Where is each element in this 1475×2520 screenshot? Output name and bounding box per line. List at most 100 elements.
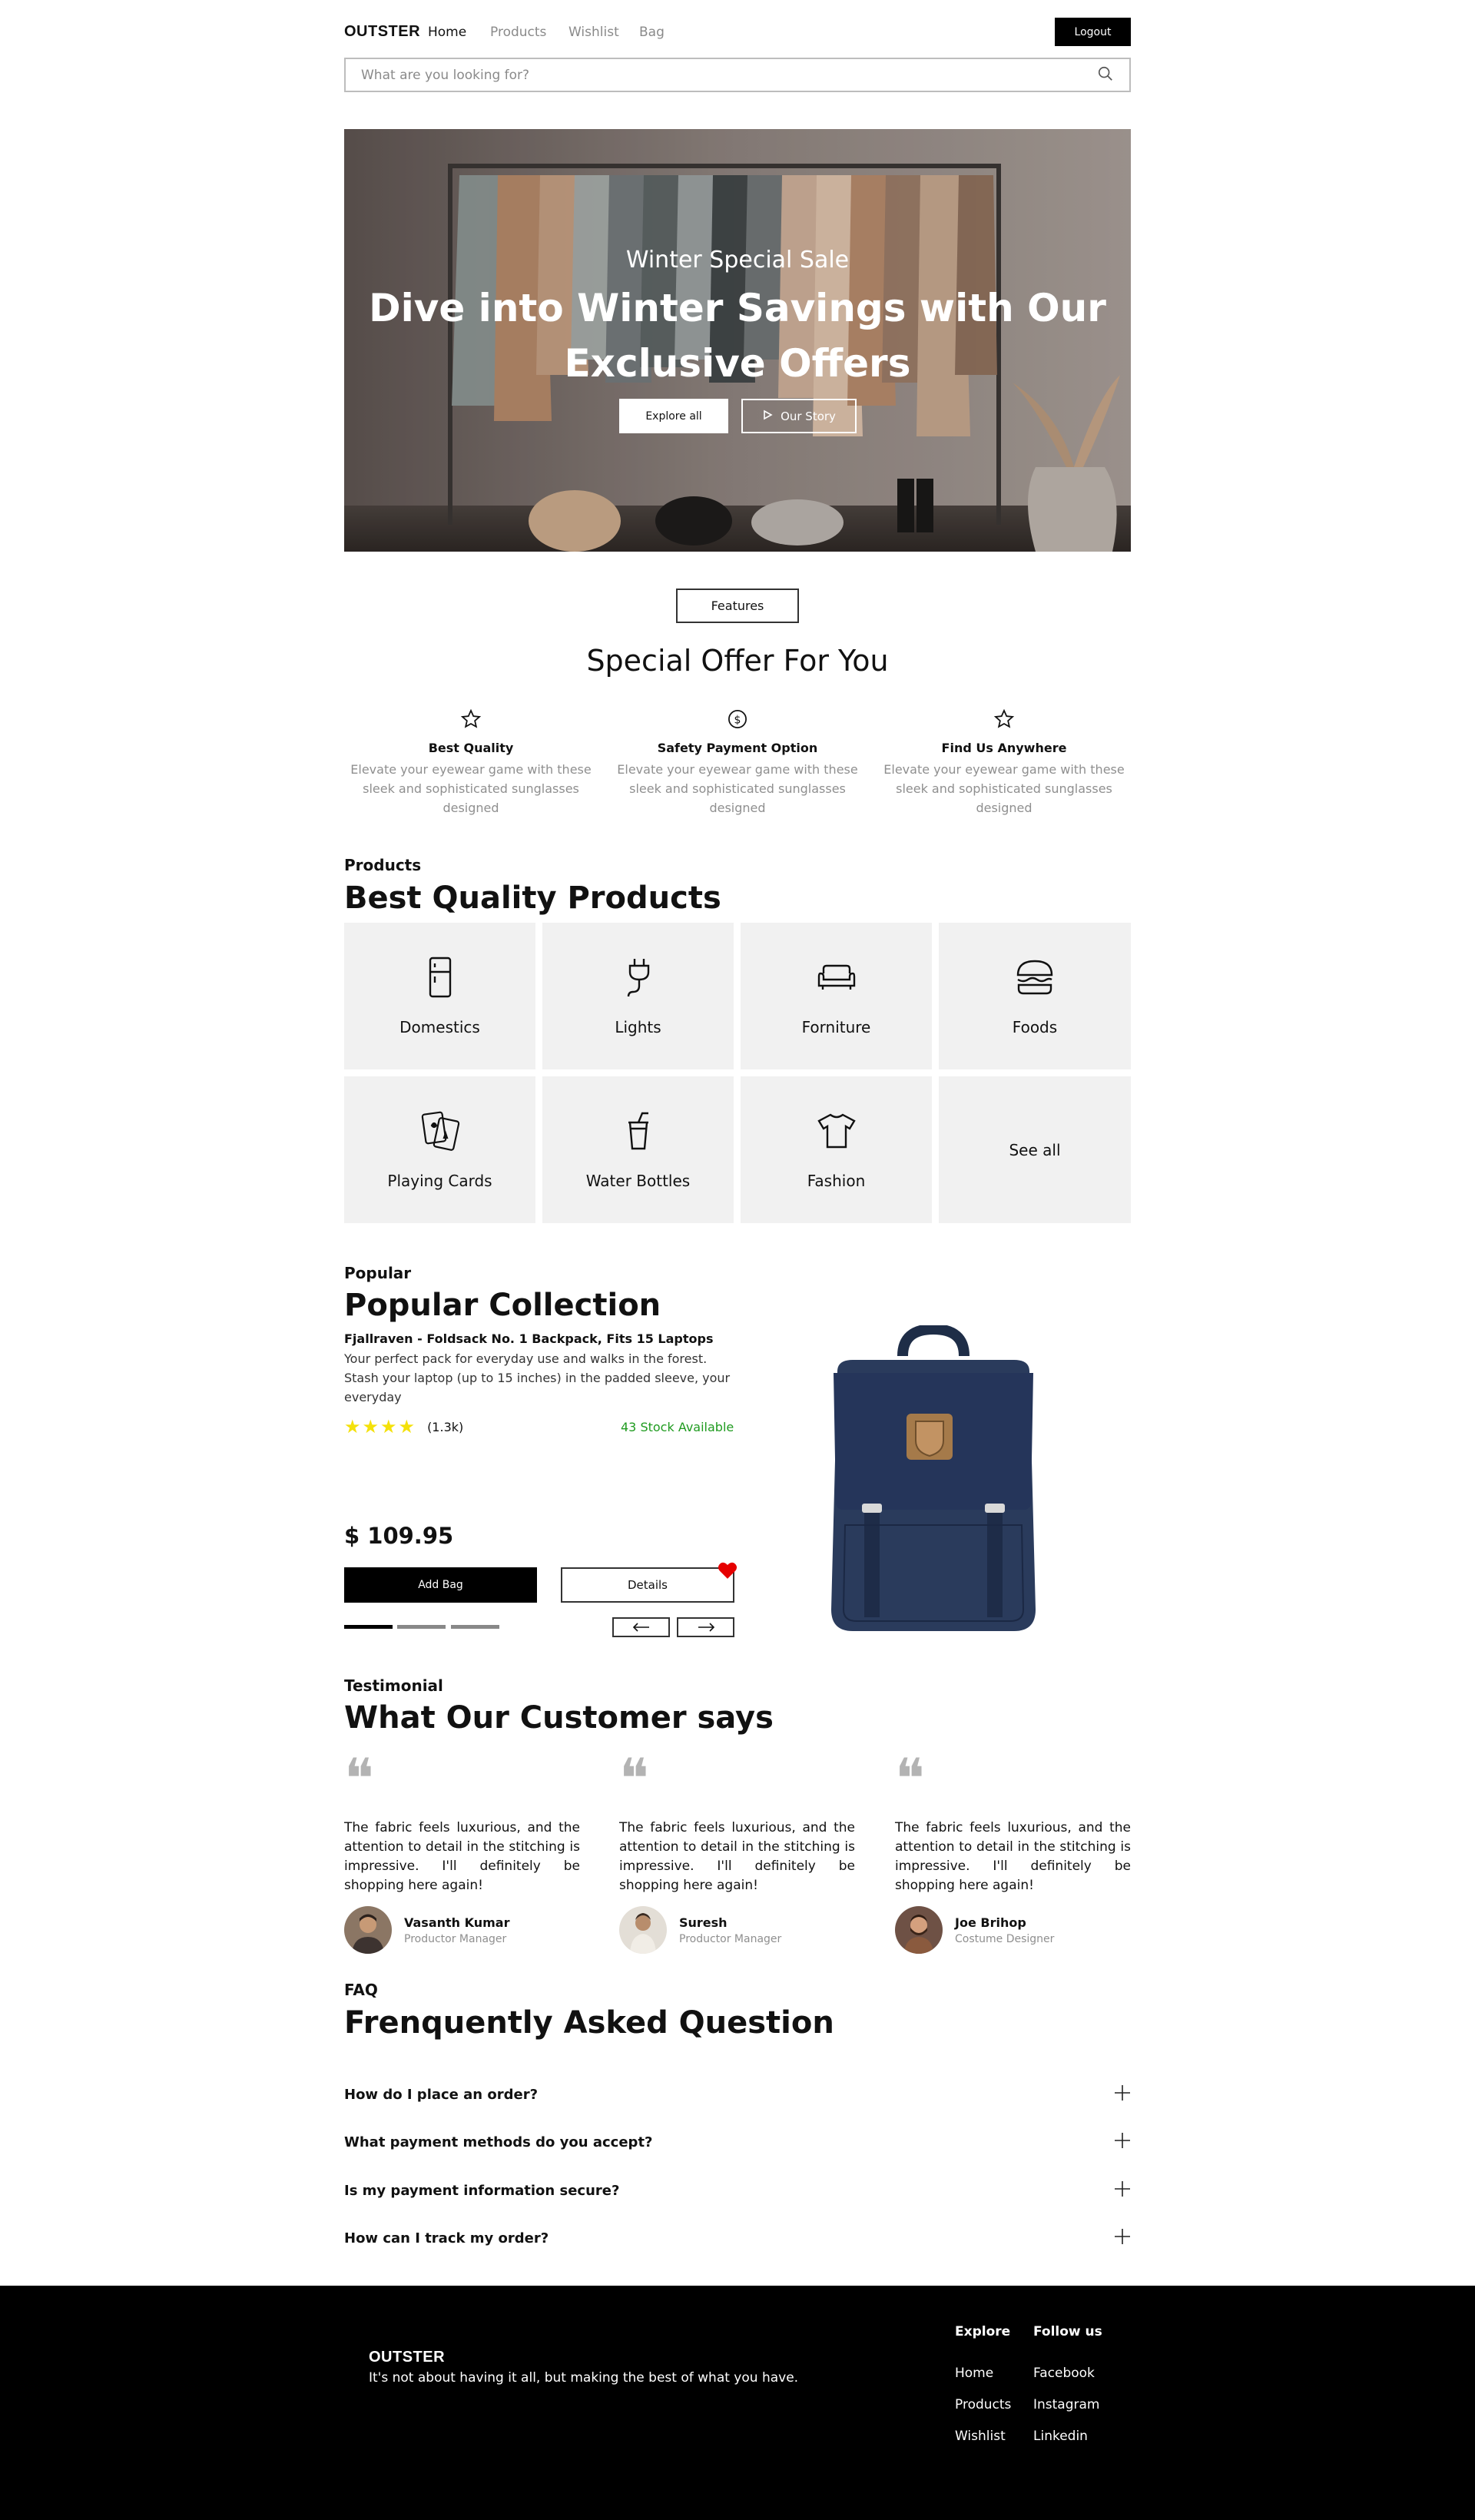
testimonial-text: The fabric feels luxurious, and the atte…: [344, 1820, 580, 1893]
faq-item[interactable]: How can I track my order?: [344, 2224, 1131, 2252]
testimonial-card: ❝ The fabric feels luxurious, and the at…: [344, 1751, 580, 1954]
logout-button[interactable]: Logout: [1055, 18, 1131, 46]
testimonial-card: ❝ The fabric feels luxurious, and the at…: [895, 1746, 1131, 1954]
dollar-icon: $: [727, 710, 748, 733]
category-see-all[interactable]: See all: [939, 1076, 1131, 1223]
faq-item[interactable]: How do I place an order?: [344, 2081, 1131, 2108]
our-story-label: Our Story: [781, 409, 836, 423]
category-foods[interactable]: Foods: [939, 923, 1131, 1069]
category-water-bottles[interactable]: Water Bottles: [542, 1076, 734, 1223]
footer-link-instagram[interactable]: Instagram: [1033, 2397, 1100, 2412]
category-forniture[interactable]: Forniture: [741, 923, 932, 1069]
star-icon: [993, 708, 1015, 733]
rating-count: (1.3k): [427, 1419, 464, 1434]
footer-explore-title: Explore: [955, 2324, 1011, 2339]
feature-find-us: Find Us Anywhere Elevate your eyewear ga…: [873, 708, 1135, 817]
footer: OUTSTER It's not about having it all, bu…: [0, 2286, 1475, 2520]
testimonial-text: The fabric feels luxurious, and the atte…: [619, 1820, 855, 1893]
footer-link-home[interactable]: Home: [955, 2366, 993, 2381]
plus-icon[interactable]: [1114, 2228, 1131, 2248]
plus-icon[interactable]: [1114, 2132, 1131, 2152]
nav-home[interactable]: Home: [428, 25, 466, 40]
search-icon[interactable]: [1097, 65, 1114, 85]
search-input[interactable]: [361, 67, 1097, 83]
quote-icon: ❝: [895, 1746, 925, 1811]
faq-question: How can I track my order?: [344, 2230, 549, 2246]
feature-title: Best Quality: [428, 741, 514, 755]
footer-link-facebook[interactable]: Facebook: [1033, 2366, 1095, 2381]
slide-indicator-3[interactable]: [451, 1625, 499, 1629]
next-button[interactable]: [677, 1617, 734, 1637]
category-label: Water Bottles: [585, 1171, 691, 1190]
footer-link-products[interactable]: Products: [955, 2397, 1011, 2412]
product-rating: ★★★★ (1.3k): [344, 1416, 463, 1437]
feature-safety-payment: $ Safety Payment Option Elevate your eye…: [607, 708, 868, 817]
our-story-button[interactable]: Our Story: [741, 399, 857, 433]
faq-item[interactable]: What payment methods do you accept?: [344, 2128, 1131, 2156]
faq-question: Is my payment information secure?: [344, 2182, 620, 2199]
arrow-right-icon: [697, 1620, 715, 1635]
products-eyebrow: Products: [344, 856, 422, 874]
features-title: Special Offer For You: [586, 644, 889, 678]
sofa-icon: [816, 957, 857, 1001]
burger-icon: [1014, 957, 1056, 1001]
plug-icon: [621, 957, 655, 1001]
footer-link-linkedin[interactable]: Linkedin: [1033, 2429, 1088, 2444]
category-label: Foods: [1012, 1017, 1058, 1036]
category-fashion[interactable]: Fashion: [741, 1076, 932, 1223]
avatar: [344, 1906, 392, 1954]
plus-icon[interactable]: [1114, 2180, 1131, 2200]
stock-status: 43 Stock Available: [621, 1420, 734, 1434]
hero-subtitle: Winter Special Sale: [625, 247, 850, 274]
customer-name: Suresh: [679, 1915, 728, 1930]
footer-link-wishlist[interactable]: Wishlist: [955, 2429, 1006, 2444]
cup-icon: [621, 1110, 655, 1155]
customer-role: Costume Designer: [955, 1932, 1055, 1945]
testimonial-title: What Our Customer says: [344, 1700, 774, 1736]
testimonial-text: The fabric feels luxurious, and the atte…: [895, 1820, 1131, 1893]
heart-icon[interactable]: [718, 1561, 738, 1583]
popular-title: Popular Collection: [344, 1288, 661, 1323]
nav-wishlist[interactable]: Wishlist: [568, 25, 619, 40]
customer-name: Joe Brihop: [955, 1915, 1026, 1930]
avatar: [895, 1906, 943, 1954]
plus-icon[interactable]: [1114, 2084, 1131, 2104]
products-title: Best Quality Products: [344, 880, 721, 916]
product-name: Fjallraven - Foldsack No. 1 Backpack, Fi…: [344, 1331, 714, 1346]
faq-question: What payment methods do you accept?: [344, 2134, 653, 2150]
faq-eyebrow: FAQ: [344, 1981, 378, 1999]
logo[interactable]: OUTSTER: [344, 23, 420, 41]
category-label: Lights: [615, 1017, 661, 1036]
footer-logo[interactable]: OUTSTER: [369, 2349, 445, 2366]
feature-desc: Elevate your eyewear game with these sle…: [350, 762, 592, 815]
category-label: Playing Cards: [387, 1171, 492, 1190]
footer-tagline: It's not about having it all, but making…: [369, 2370, 799, 2386]
add-bag-button[interactable]: Add Bag: [344, 1567, 537, 1603]
hero-title-line-1: Dive into Winter Savings with Our: [369, 286, 1106, 330]
category-label: Domestics: [399, 1017, 480, 1036]
tshirt-icon: [816, 1110, 857, 1155]
features-pill[interactable]: Features: [676, 589, 799, 623]
quote-icon: ❝: [619, 1746, 649, 1811]
feature-title: Find Us Anywhere: [941, 741, 1067, 755]
category-playing-cards[interactable]: Playing Cards: [344, 1076, 535, 1223]
rating-stars: ★★★★: [344, 1416, 417, 1437]
arrow-left-icon: [632, 1620, 651, 1635]
details-button[interactable]: Details: [561, 1567, 734, 1603]
slide-indicator-2[interactable]: [397, 1625, 446, 1629]
search-bar: [344, 58, 1131, 92]
slide-indicator-1[interactable]: [344, 1625, 393, 1629]
testimonial-card: ❝ The fabric feels luxurious, and the at…: [619, 1746, 855, 1954]
product-price: $ 109.95: [344, 1523, 454, 1549]
star-icon: [460, 708, 482, 733]
nav-products[interactable]: Products: [490, 25, 546, 40]
prev-button[interactable]: [612, 1617, 670, 1637]
category-label: Forniture: [801, 1017, 871, 1036]
feature-desc: Elevate your eyewear game with these sle…: [617, 762, 858, 815]
faq-item[interactable]: Is my payment information secure?: [344, 2177, 1131, 2204]
customer-role: Productor Manager: [679, 1932, 782, 1945]
explore-all-button[interactable]: Explore all: [619, 399, 728, 433]
category-domestics[interactable]: Domestics: [344, 923, 535, 1069]
nav-bag[interactable]: Bag: [639, 25, 665, 40]
category-lights[interactable]: Lights: [542, 923, 734, 1069]
